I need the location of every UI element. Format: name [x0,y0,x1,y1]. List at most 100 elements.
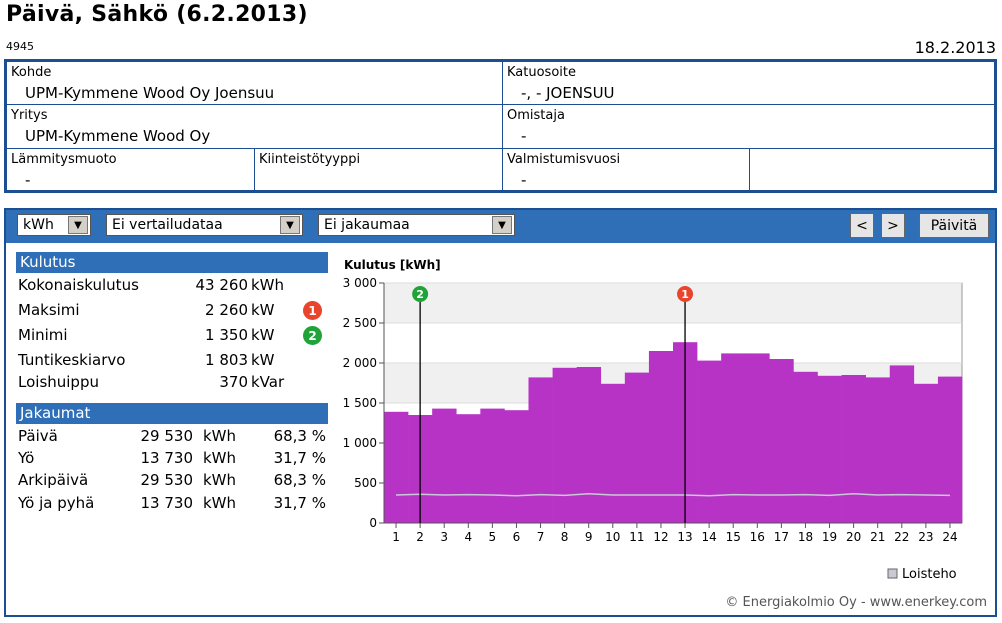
distribution-select[interactable]: Ei jakaumaa ▼ [318,214,515,236]
bar [769,359,794,523]
x-tick-label: 6 [513,530,521,544]
kulutus-row: Loishuippu 370 kVar [18,373,328,393]
jakaumat-row-value: 29 530 [140,471,194,489]
bar [384,411,409,523]
omistaja-label: Omistaja [507,108,565,123]
bar [504,410,529,523]
bar [913,383,939,523]
kulutus-row-unit: kWh [251,276,285,294]
kulutus-row-label: Minimi [18,326,68,344]
jakaumat-row-value: 13 730 [140,494,194,512]
x-tick-label: 16 [750,530,765,544]
valmistumisvuosi-label: Valmistumisvuosi [507,152,621,167]
legend-label: Loisteho [902,567,957,582]
jakaumat-row-value: 13 730 [140,449,194,467]
site-code: 4945 [6,40,34,53]
jakaumat-row-unit: kWh [203,471,237,489]
y-tick-label: 3 000 [343,276,377,290]
y-tick-label: 0 [369,516,377,530]
jakaumat-row-pct: 68,3 % [273,471,326,489]
bar [624,372,650,523]
bar [528,377,553,523]
x-tick-label: 13 [677,530,692,544]
unit-select-value: kWh [23,217,54,233]
report-date: 18.2.2013 [914,38,996,57]
bar [937,376,963,523]
x-tick-label: 10 [605,530,620,544]
distribution-select-value: Ei jakaumaa [324,217,410,233]
chevron-down-icon[interactable]: ▼ [68,216,88,234]
jakaumat-heading-text: Jakaumat [20,404,91,422]
chevron-down-icon[interactable]: ▼ [492,216,512,234]
jakaumat-row-value: 29 530 [140,427,194,445]
kulutus-row-label: Tuntikeskiarvo [18,351,126,369]
jakaumat-row: Yö 13 730 kWh 31,7 % [18,449,328,469]
jakaumat-row-unit: kWh [203,494,237,512]
y-tick-label: 2 500 [343,316,377,330]
bar [432,408,457,523]
omistaja-cell: Omistaja - [502,104,995,149]
bar [745,353,770,523]
valmistumisvuosi-value: - [521,171,527,189]
chevron-down-icon[interactable]: ▼ [280,216,300,234]
kulutus-row-value: 370 [219,373,248,391]
marker-label: 2 [416,288,424,301]
kulutus-row-label: Kokonaiskulutus [18,276,139,294]
x-tick-label: 1 [392,530,400,544]
jakaumat-heading: Jakaumat [16,403,328,424]
x-tick-label: 9 [585,530,593,544]
kulutus-row: Tuntikeskiarvo 1 803 kW [18,351,328,371]
jakaumat-row-label: Arkipäivä [18,471,89,489]
bar [576,367,602,523]
max-marker-icon: 1 [303,301,322,320]
y-tick-label: 500 [354,476,377,490]
marker-label: 1 [681,288,689,301]
bar [841,375,866,523]
jakaumat-row-label: Yö ja pyhä [18,494,95,512]
kulutus-row-unit: kW [251,326,275,344]
x-tick-label: 5 [489,530,497,544]
next-day-button[interactable]: > [881,213,905,238]
kiinteistotyyppi-label: Kiinteistötyyppi [259,152,361,167]
copyright-text: © Energiakolmio Oy - www.enerkey.com [725,595,987,610]
jakaumat-row-label: Päivä [18,427,58,445]
bar [697,360,722,523]
omistaja-value: - [521,127,527,145]
y-tick-label: 2 000 [343,356,377,370]
jakaumat-row-unit: kWh [203,427,237,445]
kohde-label: Kohde [11,65,52,80]
compare-select[interactable]: Ei vertailudataa ▼ [106,214,303,236]
compare-select-value: Ei vertailudataa [112,217,223,233]
jakaumat-row-pct: 31,7 % [273,449,326,467]
update-button[interactable]: Päivitä [919,213,989,238]
jakaumat-row-pct: 68,3 % [273,427,326,445]
kohde-value: UPM-Kymmene Wood Oy Joensuu [25,84,275,102]
bar [600,383,626,523]
kulutus-row-value: 1 350 [205,326,248,344]
x-tick-label: 8 [561,530,569,544]
min-marker-icon: 2 [303,326,322,345]
x-tick-label: 14 [701,530,716,544]
kulutus-row-unit: kW [251,351,275,369]
katuosoite-label: Katuosoite [507,65,576,80]
valmistumisvuosi-cell: Valmistumisvuosi - [502,148,750,191]
prev-day-button[interactable]: < [850,213,874,238]
x-tick-label: 24 [942,530,957,544]
bar [889,365,915,523]
x-tick-label: 20 [846,530,861,544]
bar [817,375,842,523]
toolbar: kWh ▼ Ei vertailudataa ▼ Ei jakaumaa ▼ <… [6,210,995,243]
plot-band [384,283,962,323]
x-tick-label: 4 [464,530,472,544]
katuosoite-cell: Katuosoite -, - JOENSUU [502,61,995,105]
page-title: Päivä, Sähkö (6.2.2013) [6,2,308,27]
katuosoite-value: -, - JOENSUU [521,84,615,102]
x-tick-label: 19 [822,530,837,544]
kulutus-row-label: Loishuippu [18,373,99,391]
property-info-table: Kohde UPM-Kymmene Wood Oy Joensuu Katuos… [4,59,997,193]
kulutus-row: Maksimi 2 260 kW 1 [18,301,328,321]
kulutus-row-value: 43 260 [195,276,249,294]
consumption-panel: kWh ▼ Ei vertailudataa ▼ Ei jakaumaa ▼ <… [4,208,997,617]
unit-select[interactable]: kWh ▼ [17,214,91,236]
yritys-value: UPM-Kymmene Wood Oy [25,127,211,145]
